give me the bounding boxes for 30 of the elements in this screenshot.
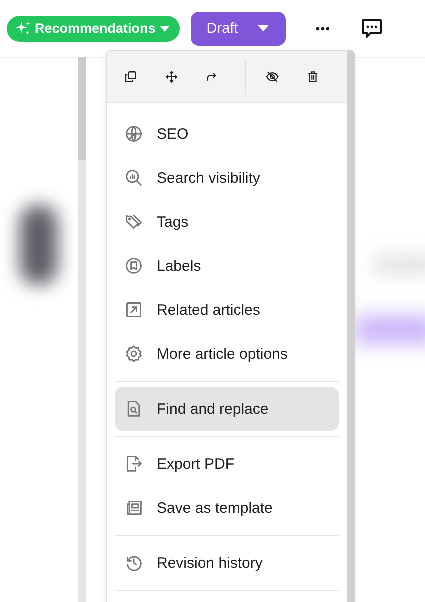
menu-item[interactable]: Export PDF — [115, 442, 339, 486]
document-search-icon — [125, 400, 143, 418]
menu-item[interactable]: Save as template — [115, 486, 339, 530]
external-link-icon — [125, 301, 143, 319]
menu-item[interactable]: More article options — [115, 332, 339, 376]
menu-item[interactable]: Revision history — [115, 541, 339, 585]
newspaper-icon — [125, 499, 143, 517]
gear-icon — [125, 345, 143, 363]
menu-item[interactable]: Search visibility — [115, 156, 339, 200]
trash-icon[interactable] — [308, 68, 318, 84]
bookmark-circle-icon — [125, 257, 143, 275]
menu-item[interactable]: SEO — [115, 112, 339, 156]
menu-item[interactable]: Labels — [115, 244, 339, 288]
scrollbar[interactable] — [78, 57, 86, 602]
magnifier-chart-icon — [125, 169, 143, 187]
history-icon — [125, 554, 143, 572]
export-file-icon — [125, 455, 143, 473]
menu-item[interactable]: Tags — [115, 200, 339, 244]
duplicate-icon[interactable] — [125, 68, 137, 84]
tag-icon — [125, 213, 143, 231]
comment-icon[interactable] — [360, 18, 383, 38]
menu-item[interactable]: Related articles — [115, 288, 339, 332]
globe-icon — [125, 125, 143, 143]
move-icon[interactable] — [166, 68, 178, 84]
more-icon[interactable] — [316, 26, 330, 30]
status-dropdown[interactable]: Draft — [190, 12, 286, 46]
caret-icon — [160, 26, 170, 32]
menu-item[interactable]: Find and replace — [115, 387, 339, 431]
caret-icon — [258, 25, 270, 32]
sparkle-icon — [16, 21, 31, 36]
